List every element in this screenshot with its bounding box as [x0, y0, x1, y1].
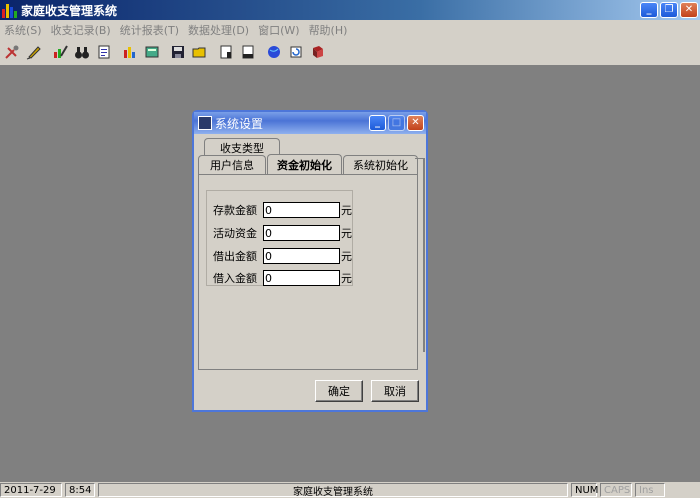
- calculator-icon[interactable]: [142, 42, 162, 62]
- dialog-close-button[interactable]: ✕: [407, 115, 424, 131]
- document-alt-icon[interactable]: [238, 42, 258, 62]
- app-bar-chart-icon: [2, 2, 18, 18]
- dialog-app-icon: [198, 116, 212, 130]
- dialog-maximize-button: □: [388, 115, 405, 131]
- globe-icon[interactable]: [264, 42, 284, 62]
- menu-bar: 系统(S) 收支记录(B) 统计报表(T) 数据处理(D) 窗口(W) 帮助(H…: [0, 20, 700, 39]
- borrowed-row: 借入金额 元: [213, 269, 352, 287]
- borrowed-amount-input[interactable]: [263, 270, 340, 286]
- tab-user-info[interactable]: 用户信息: [198, 155, 266, 174]
- status-bar: 2011-7-29 8:54 家庭收支管理系统 NUM CAPS Ins: [0, 482, 700, 498]
- borrowed-label: 借入金额: [213, 272, 257, 285]
- pen-icon[interactable]: [24, 42, 44, 62]
- open-folder-icon[interactable]: [190, 42, 210, 62]
- report-icon[interactable]: [94, 42, 114, 62]
- book-icon[interactable]: [308, 42, 328, 62]
- deposit-label: 存款金额: [213, 204, 257, 217]
- refresh-icon[interactable]: [286, 42, 306, 62]
- menu-help[interactable]: 帮助(H): [307, 22, 355, 38]
- lent-label: 借出金额: [213, 250, 257, 263]
- active-fund-input[interactable]: [263, 225, 340, 241]
- minimize-button[interactable]: _: [640, 2, 658, 18]
- bar-chart-icon[interactable]: [120, 42, 140, 62]
- tools-icon[interactable]: [2, 42, 22, 62]
- status-ins: Ins: [635, 483, 665, 497]
- tab-system-init[interactable]: 系统初始化: [343, 155, 418, 174]
- binoculars-icon[interactable]: [72, 42, 92, 62]
- main-title-bar: 家庭收支管理系统 _ ❐ ✕: [0, 0, 700, 20]
- active-fund-row: 活动资金 元: [213, 224, 352, 242]
- status-time: 8:54: [65, 483, 95, 497]
- fund-init-panel: 存款金额 元 活动资金 元 借出金额 元 借入金额 元: [198, 174, 418, 370]
- menu-system[interactable]: 系统(S): [2, 22, 49, 38]
- status-date: 2011-7-29: [0, 483, 62, 497]
- status-caps: CAPS: [600, 483, 632, 497]
- active-fund-unit: 元: [341, 227, 352, 240]
- toolbar: [0, 39, 700, 66]
- deposit-unit: 元: [341, 204, 352, 217]
- save-icon[interactable]: [168, 42, 188, 62]
- status-num: NUM: [571, 483, 598, 497]
- menu-data[interactable]: 数据处理(D): [186, 22, 256, 38]
- lent-unit: 元: [341, 250, 352, 263]
- status-app-name: 家庭收支管理系统: [98, 483, 568, 498]
- app-title: 家庭收支管理系统: [21, 3, 118, 18]
- lent-row: 借出金额 元: [213, 247, 352, 265]
- document-icon[interactable]: [216, 42, 236, 62]
- tab-fund-init[interactable]: 资金初始化: [267, 154, 342, 174]
- settings-dialog: 系统设置 _ □ ✕ 收支类型 用户信息 资金初始化 系统初始化 存款金额 元 …: [192, 110, 428, 412]
- chart-edit-icon[interactable]: [50, 42, 70, 62]
- deposit-amount-input[interactable]: [263, 202, 340, 218]
- active-fund-label: 活动资金: [213, 227, 257, 240]
- dialog-title: 系统设置: [215, 116, 264, 131]
- ok-button[interactable]: 确定: [315, 380, 363, 402]
- menu-reports[interactable]: 统计报表(T): [118, 22, 186, 38]
- deposit-row: 存款金额 元: [213, 201, 352, 219]
- menu-records[interactable]: 收支记录(B): [49, 22, 118, 38]
- restore-button[interactable]: ❐: [660, 2, 678, 18]
- dialog-title-bar: 系统设置 _ □ ✕: [194, 112, 426, 134]
- close-button[interactable]: ✕: [680, 2, 698, 18]
- menu-window[interactable]: 窗口(W): [256, 22, 306, 38]
- borrowed-unit: 元: [341, 272, 352, 285]
- dialog-minimize-button[interactable]: _: [369, 115, 386, 131]
- cancel-button[interactable]: 取消: [371, 380, 419, 402]
- fund-fields-group: 存款金额 元 活动资金 元 借出金额 元 借入金额 元: [206, 190, 353, 286]
- lent-amount-input[interactable]: [263, 248, 340, 264]
